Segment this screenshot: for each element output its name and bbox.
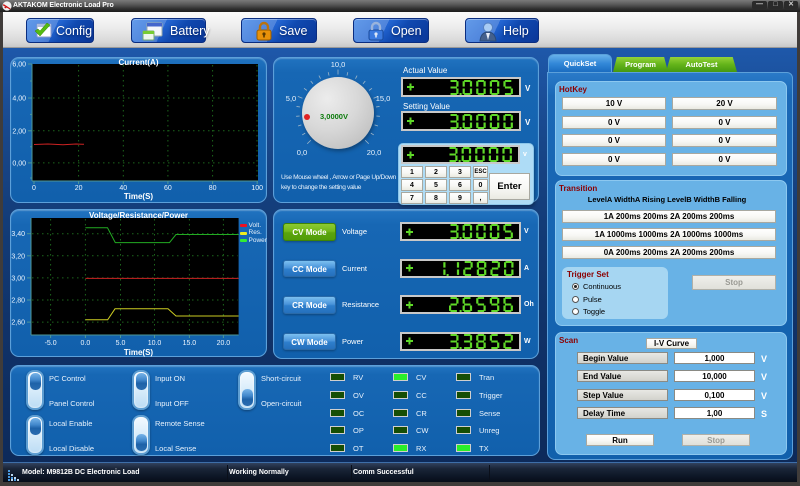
svg-text:2,00: 2,00 (12, 128, 26, 135)
svg-text:10.0: 10.0 (148, 340, 162, 347)
svg-text:-5.0: -5.0 (45, 340, 57, 347)
svg-text:0.0: 0.0 (81, 340, 91, 347)
svg-text:0,00: 0,00 (12, 160, 26, 167)
svg-text:3,40: 3,40 (11, 231, 25, 238)
svg-text:2,80: 2,80 (11, 298, 25, 305)
svg-text:15.0: 15.0 (183, 340, 197, 347)
svg-text:5.0: 5.0 (116, 340, 126, 347)
svg-text:3,00: 3,00 (11, 275, 25, 282)
svg-text:2,60: 2,60 (11, 320, 25, 327)
svg-text:3,20: 3,20 (11, 253, 25, 260)
svg-text:4,00: 4,00 (12, 96, 26, 103)
svg-text:20.0: 20.0 (217, 340, 231, 347)
